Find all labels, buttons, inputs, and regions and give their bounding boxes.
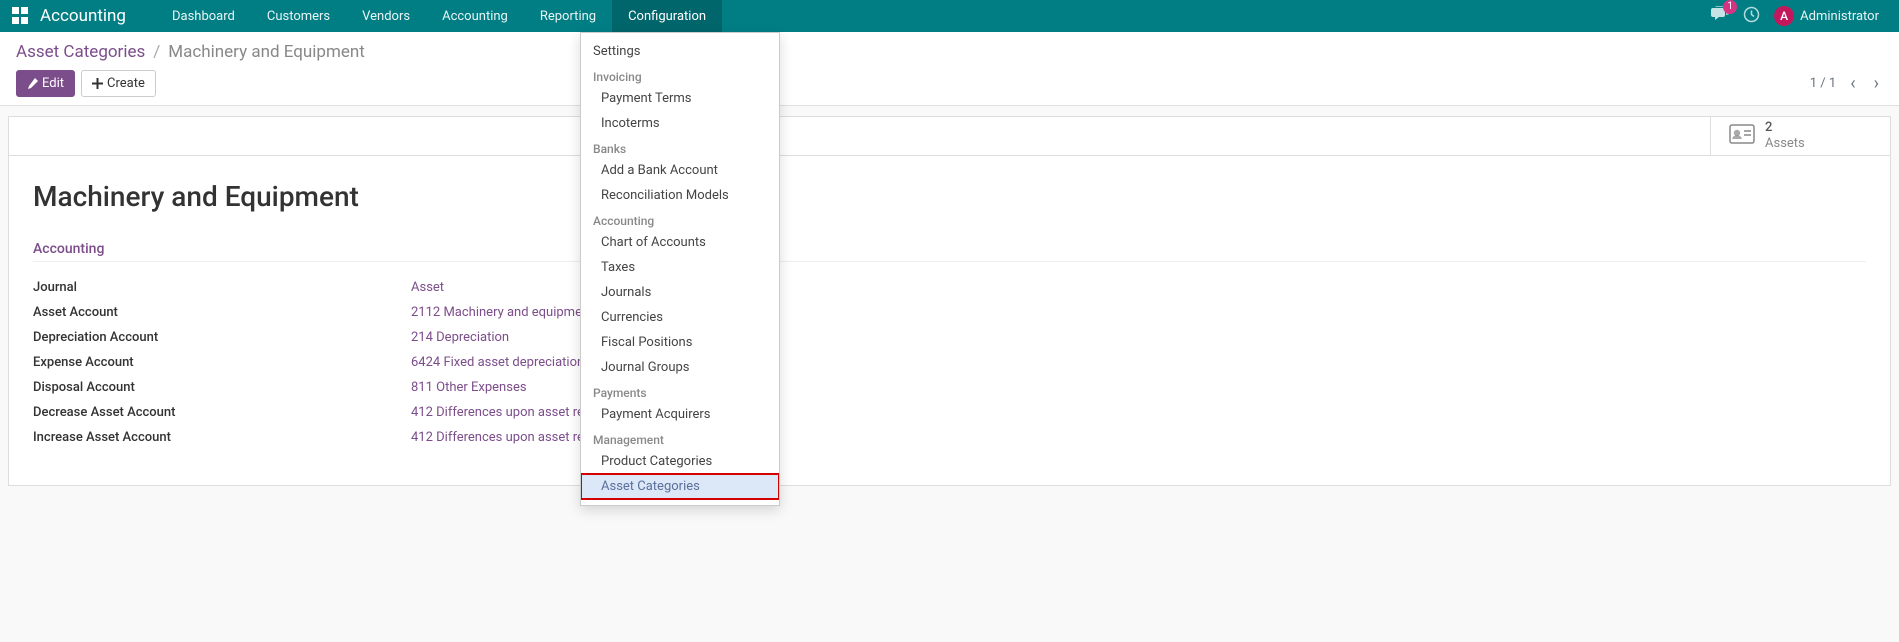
field-row: Decrease Asset Account412 Differences up… <box>33 405 1866 420</box>
pager-next[interactable]: › <box>1870 73 1883 94</box>
nav-accounting[interactable]: Accounting <box>426 0 524 32</box>
pager: 1 / 1 ‹ › <box>1810 73 1883 94</box>
field-value[interactable]: 811 Other Expenses <box>411 380 527 395</box>
dropdown-group-header: Invoicing <box>581 64 779 86</box>
dropdown-item-journal-groups[interactable]: Journal Groups <box>581 355 779 380</box>
nav-vendors[interactable]: Vendors <box>346 0 426 32</box>
content: 2 Assets Machinery and Equipment Account… <box>0 116 1899 486</box>
plus-icon <box>92 78 103 89</box>
activity-icon[interactable] <box>1743 6 1760 27</box>
stat-label: Assets <box>1765 136 1805 152</box>
id-card-icon <box>1729 124 1755 149</box>
field-value[interactable]: Asset <box>411 280 444 295</box>
dropdown-item-fiscal-positions[interactable]: Fiscal Positions <box>581 330 779 355</box>
dropdown-settings[interactable]: Settings <box>581 39 779 64</box>
field-row: Depreciation Account214 Depreciation <box>33 330 1866 345</box>
dropdown-item-product-categories[interactable]: Product Categories <box>581 449 779 474</box>
pager-prev[interactable]: ‹ <box>1846 73 1859 94</box>
messages-badge: 1 <box>1723 0 1737 14</box>
pager-text: 1 / 1 <box>1810 76 1836 91</box>
breadcrumb-current: Machinery and Equipment <box>168 42 365 62</box>
field-label: Journal <box>33 280 411 295</box>
breadcrumb-root[interactable]: Asset Categories <box>16 42 145 62</box>
dropdown-item-incoterms[interactable]: Incoterms <box>581 111 779 136</box>
field-label: Expense Account <box>33 355 411 370</box>
dropdown-item-journals[interactable]: Journals <box>581 280 779 305</box>
field-label: Decrease Asset Account <box>33 405 411 420</box>
field-row: Disposal Account811 Other Expenses <box>33 380 1866 395</box>
field-row: Expense Account6424 Fixed asset deprecia… <box>33 355 1866 370</box>
buttons-row: Edit Create 1 / 1 ‹ › <box>16 70 1883 97</box>
breadcrumb: Asset Categories / Machinery and Equipme… <box>16 42 1883 62</box>
nav-customers[interactable]: Customers <box>251 0 346 32</box>
assets-stat-button[interactable]: 2 Assets <box>1710 117 1890 155</box>
nav-reporting[interactable]: Reporting <box>524 0 612 32</box>
create-button[interactable]: Create <box>81 70 156 97</box>
top-navbar: Accounting Dashboard Customers Vendors A… <box>0 0 1899 32</box>
avatar: A <box>1774 6 1794 26</box>
record-title: Machinery and Equipment <box>33 180 1866 213</box>
dropdown-group-header: Accounting <box>581 208 779 230</box>
dropdown-item-add-a-bank-account[interactable]: Add a Bank Account <box>581 158 779 183</box>
field-label: Increase Asset Account <box>33 430 411 445</box>
field-value[interactable]: 2112 Machinery and equipment <box>411 305 593 320</box>
dropdown-item-reconciliation-models[interactable]: Reconciliation Models <box>581 183 779 208</box>
dropdown-item-currencies[interactable]: Currencies <box>581 305 779 330</box>
create-button-label: Create <box>107 76 145 91</box>
stat-value: 2 <box>1765 120 1805 136</box>
breadcrumb-sep: / <box>153 42 160 62</box>
control-panel: Asset Categories / Machinery and Equipme… <box>0 32 1899 106</box>
field-value[interactable]: 6424 Fixed asset depreciation <box>411 355 584 370</box>
nav-left: Accounting Dashboard Customers Vendors A… <box>8 0 722 32</box>
pencil-icon <box>27 78 38 89</box>
field-label: Depreciation Account <box>33 330 411 345</box>
nav-dashboard[interactable]: Dashboard <box>156 0 251 32</box>
stat-bar: 2 Assets <box>8 116 1891 156</box>
field-row: Increase Asset Account412 Differences up… <box>33 430 1866 445</box>
field-label: Asset Account <box>33 305 411 320</box>
dropdown-item-chart-of-accounts[interactable]: Chart of Accounts <box>581 230 779 255</box>
form-sheet: Machinery and Equipment Accounting Journ… <box>8 156 1891 486</box>
configuration-dropdown: SettingsInvoicingPayment TermsIncotermsB… <box>580 32 780 506</box>
field-row: JournalAsset <box>33 280 1866 295</box>
apps-icon[interactable] <box>12 7 30 25</box>
user-menu[interactable]: A Administrator <box>1774 6 1879 26</box>
dropdown-item-asset-categories[interactable]: Asset Categories <box>581 474 779 499</box>
dropdown-group-header: Management <box>581 427 779 449</box>
field-row: Asset Account2112 Machinery and equipmen… <box>33 305 1866 320</box>
edit-button[interactable]: Edit <box>16 70 75 97</box>
nav-menu: Dashboard Customers Vendors Accounting R… <box>156 0 722 32</box>
dropdown-group-header: Payments <box>581 380 779 402</box>
app-title[interactable]: Accounting <box>40 6 126 26</box>
dropdown-group-header: Banks <box>581 136 779 158</box>
stat-text: 2 Assets <box>1765 120 1805 151</box>
username: Administrator <box>1800 9 1879 24</box>
field-value[interactable]: 214 Depreciation <box>411 330 509 345</box>
field-label: Disposal Account <box>33 380 411 395</box>
fields-container: JournalAssetAsset Account2112 Machinery … <box>33 280 1866 445</box>
section-accounting: Accounting <box>33 241 1866 262</box>
messages-icon[interactable]: 1 <box>1711 6 1729 26</box>
dropdown-item-payment-terms[interactable]: Payment Terms <box>581 86 779 111</box>
dropdown-item-payment-acquirers[interactable]: Payment Acquirers <box>581 402 779 427</box>
nav-right: 1 A Administrator <box>1711 6 1891 27</box>
edit-button-label: Edit <box>42 76 64 91</box>
nav-configuration[interactable]: Configuration <box>612 0 722 32</box>
dropdown-item-taxes[interactable]: Taxes <box>581 255 779 280</box>
